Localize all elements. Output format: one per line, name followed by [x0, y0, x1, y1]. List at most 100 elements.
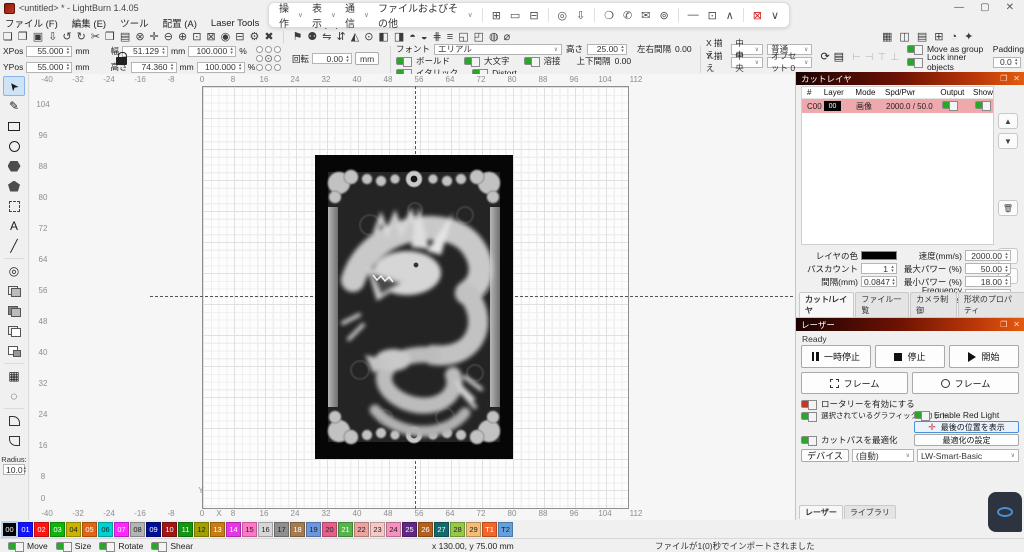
xpos-input[interactable]: 55.000: [26, 46, 72, 57]
tab-cut-layers[interactable]: カット/レイヤ: [799, 292, 854, 317]
hspace-value[interactable]: 0.00: [675, 44, 692, 54]
status-toggle-size[interactable]: Size: [56, 541, 92, 551]
overlay-menu-0[interactable]: 操作∨: [279, 0, 303, 30]
palette-swatch-05[interactable]: 05: [82, 522, 97, 537]
sync-icon[interactable]: ⟳: [820, 50, 829, 63]
layer-down-button[interactable]: ▼: [998, 133, 1018, 149]
circular-array-tool[interactable]: ◌: [3, 386, 25, 406]
fillet-corner-tool[interactable]: [3, 431, 25, 451]
cut-selected-toggle[interactable]: [801, 412, 817, 420]
close-button[interactable]: ✕: [1006, 2, 1014, 13]
mirror-icon[interactable]: ◭: [351, 30, 359, 44]
menu-item-4[interactable]: Laser Tools: [211, 18, 259, 29]
monitor-icon[interactable]: ⊟: [235, 30, 244, 44]
chat-icon[interactable]: ❍: [604, 9, 614, 22]
palette-swatch-20[interactable]: 20: [322, 522, 337, 537]
pie-icon[interactable]: ◔: [950, 30, 957, 44]
download-icon[interactable]: ⇩: [576, 9, 585, 22]
lock-inner-objects-toggle[interactable]: [907, 58, 923, 66]
zoom-in-icon[interactable]: ⊕: [178, 30, 187, 44]
palette-swatch-28[interactable]: 28: [450, 522, 465, 537]
palette-swatch-15[interactable]: 15: [242, 522, 257, 537]
position-dot-4[interactable]: [265, 55, 272, 62]
layer-color-chip[interactable]: 00: [824, 101, 841, 111]
cut-icon[interactable]: ✂: [91, 30, 100, 44]
align-centers-icon[interactable]: ⊙: [364, 30, 373, 44]
camera-icon[interactable]: ◉: [221, 30, 231, 44]
position-dot-1[interactable]: [265, 46, 272, 53]
bold-toggle[interactable]: [396, 57, 412, 65]
ungroup-icon[interactable]: ◰: [474, 30, 484, 44]
boolean-assistant-tool[interactable]: [3, 341, 25, 361]
red-light-toggle[interactable]: [914, 411, 930, 419]
text-tool[interactable]: A: [3, 216, 25, 236]
padding-input[interactable]: 0.0: [993, 57, 1021, 68]
palette-swatch-11[interactable]: 11: [178, 522, 193, 537]
mail-icon[interactable]: ✉: [641, 9, 650, 22]
printer-icon[interactable]: ⊟: [529, 9, 538, 22]
palette-swatch-14[interactable]: 14: [226, 522, 241, 537]
palette-swatch-24[interactable]: 24: [386, 522, 401, 537]
position-dot-5[interactable]: [274, 55, 281, 62]
palette-swatch-07[interactable]: 07: [114, 522, 129, 537]
font-height-input[interactable]: 25.00: [587, 44, 627, 55]
layer-mode[interactable]: 画像: [856, 101, 886, 112]
scan-icon[interactable]: ⊚: [659, 9, 668, 22]
palette-swatch-26[interactable]: 26: [418, 522, 433, 537]
tab-library[interactable]: ライブラリ: [844, 505, 896, 519]
round-corner-tool[interactable]: [3, 411, 25, 431]
list-icon[interactable]: ▤: [917, 30, 927, 44]
uppercase-toggle[interactable]: [464, 57, 480, 65]
aspect-lock-icon[interactable]: [116, 52, 127, 65]
weld-toggle[interactable]: [524, 57, 540, 65]
move-as-group-toggle[interactable]: [907, 45, 923, 53]
show-last-position-button[interactable]: ✛ 最後の位置を表示: [914, 421, 1019, 433]
position-laser-icon[interactable]: ⚑: [293, 30, 303, 44]
overlay-menu-1[interactable]: 表示∨: [312, 0, 336, 30]
position-dot-7[interactable]: [265, 64, 272, 71]
layer-row-selected[interactable]: C00 00 画像 2000.0 / 50.0: [802, 99, 993, 113]
frame-select-icon[interactable]: ⊠: [206, 30, 215, 44]
menu-item-3[interactable]: 配置 (A): [163, 16, 197, 30]
frame-circle-button[interactable]: フレーム: [912, 372, 1019, 394]
weld-shapes-icon[interactable]: ◍: [489, 30, 499, 44]
palette-swatch-13[interactable]: 13: [210, 522, 225, 537]
save-file-icon[interactable]: ▣: [33, 30, 43, 44]
measure-icon[interactable]: ⌀: [504, 30, 511, 44]
minimize-overlay-icon[interactable]: —: [688, 9, 699, 21]
layer-list[interactable]: # Layer Mode Spd/Pwr Output Show C00 00 …: [801, 86, 994, 245]
delete-icon[interactable]: ⊗: [135, 30, 144, 44]
optimization-settings-button[interactable]: 最適化の設定: [914, 434, 1019, 446]
interval-input[interactable]: 0.0847: [861, 276, 897, 287]
workspace-canvas[interactable]: -40-40-32-32-24-24-16-16-8-8008816162424…: [30, 74, 795, 520]
pause-button[interactable]: 一時停止: [801, 345, 871, 368]
device-button[interactable]: デバイス: [801, 449, 849, 462]
copy-icon[interactable]: ❒: [105, 30, 115, 44]
align-right-icon[interactable]: ◨: [394, 30, 404, 44]
grid-array-tool[interactable]: ▦: [3, 366, 25, 386]
mm-unit-button[interactable]: mm: [355, 52, 379, 65]
position-dot-8[interactable]: [274, 64, 281, 71]
import-icon[interactable]: ⇩: [48, 30, 57, 44]
speed-input[interactable]: 2000.00: [965, 250, 1011, 261]
palette-swatch-29[interactable]: 29: [466, 522, 481, 537]
radius-spinner[interactable]: [24, 465, 27, 475]
device-tools-icon[interactable]: ✖: [264, 30, 273, 44]
status-toggle-move[interactable]: Move: [8, 541, 48, 551]
frame-square-button[interactable]: フレーム: [801, 372, 908, 394]
close-panel-icon[interactable]: ✕: [1013, 74, 1020, 83]
palette-swatch-02[interactable]: 02: [34, 522, 49, 537]
close-laser-panel-icon[interactable]: ✕: [1013, 320, 1020, 329]
undo-icon[interactable]: ↺: [62, 30, 71, 44]
settings-gear-icon[interactable]: ⚙: [249, 30, 259, 44]
star-icon[interactable]: ✦: [964, 30, 973, 44]
height-input[interactable]: 74.360: [131, 62, 177, 73]
grid-icon[interactable]: ⊞: [492, 9, 501, 22]
float-panel-icon[interactable]: ❐: [1000, 74, 1007, 83]
phone-icon[interactable]: ✆: [623, 9, 632, 22]
menu-item-0[interactable]: ファイル (F): [5, 16, 58, 30]
zoom-frame-icon[interactable]: ⊡: [192, 30, 201, 44]
distribute-h-icon[interactable]: ⋕: [433, 30, 442, 44]
plus-grid-icon[interactable]: ⊞: [934, 30, 943, 44]
group-icon[interactable]: ◱: [458, 30, 468, 44]
